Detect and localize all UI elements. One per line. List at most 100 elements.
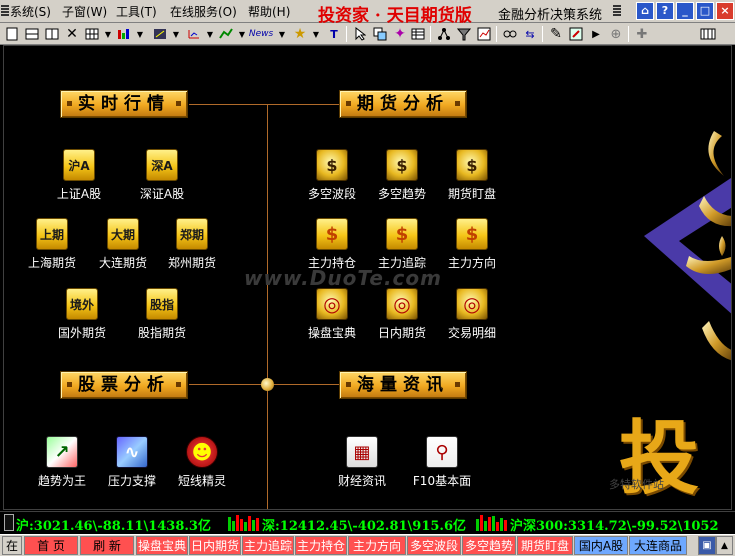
dropdown-arrow-icon[interactable]: ▼ (168, 26, 184, 42)
cursor-icon[interactable] (352, 26, 368, 42)
indicator-icon[interactable] (186, 26, 202, 42)
long-short-band[interactable]: $ 多空波段 (297, 149, 367, 202)
title-grip (613, 5, 621, 17)
dropdown-arrow-icon[interactable]: ▼ (274, 26, 290, 42)
expand-icon[interactable]: ⊕ (608, 26, 624, 42)
dropdown-arrow-icon[interactable]: ▼ (234, 26, 250, 42)
filter-icon[interactable] (456, 26, 472, 42)
hs300-index-quote[interactable]: 沪深300:3314.72\-99.52\1052 (510, 515, 719, 534)
dropdown-arrow-icon[interactable]: ▼ (202, 26, 218, 42)
futures-watch[interactable]: $ 期货盯盘 (437, 149, 507, 202)
main-holdings[interactable]: $ 主力持仓 (297, 218, 367, 271)
tab-dalian-commodities[interactable]: 大连商品 (629, 536, 687, 555)
dollar-icon: $ (456, 218, 488, 250)
window-icon[interactable] (24, 26, 40, 42)
stock-icon[interactable] (476, 26, 492, 42)
section-info[interactable]: 海量资讯 (339, 371, 467, 399)
tab-scroll-right-icon[interactable]: ▲ (716, 536, 733, 555)
section-stocks[interactable]: 股票分析 (60, 371, 188, 399)
pencil-icon[interactable]: ✎ (548, 26, 564, 42)
bar-icon[interactable] (152, 26, 168, 42)
help-icon[interactable]: ? (656, 2, 674, 20)
tab-long-short-band[interactable]: 多空波段 (407, 536, 461, 555)
shanghai-index-quote[interactable]: 沪:3021.46\-88.11\1438.3亿 (16, 515, 211, 534)
section-futures[interactable]: 期货分析 (339, 90, 467, 118)
dropdown-arrow-icon[interactable]: ▼ (100, 26, 116, 42)
tab-futures-watch[interactable]: 期货盯盘 (517, 536, 573, 555)
link-icon[interactable] (502, 26, 518, 42)
play-icon[interactable]: ▶ (588, 26, 604, 42)
short-term-elf[interactable]: ☻ 短线精灵 (167, 436, 237, 489)
shenzhen-volume-bars (476, 514, 508, 531)
tab-toggle-icon[interactable]: ▣ (698, 536, 716, 555)
financial-news[interactable]: ▦ 财经资讯 (327, 436, 397, 489)
dropdown-arrow-icon[interactable]: ▼ (132, 26, 148, 42)
table-icon[interactable] (410, 26, 426, 42)
star-icon[interactable]: ★ (292, 26, 308, 42)
tab-scroll-left[interactable]: 在 (2, 536, 22, 555)
grid-icon[interactable] (84, 26, 100, 42)
connector-vertical (267, 104, 268, 509)
close-window-icon[interactable]: × (716, 2, 734, 20)
tab-long-short-trend[interactable]: 多空趋势 (462, 536, 516, 555)
line-icon[interactable] (218, 26, 234, 42)
tab-home[interactable]: 首 页 (24, 536, 78, 555)
trading-manual-label: 操盘宝典 (307, 326, 356, 340)
close-icon[interactable]: ✕ (64, 26, 80, 42)
menu-help[interactable]: 帮助(H) (248, 4, 290, 20)
shanghai-a-shares[interactable]: 沪A 上证A股 (44, 149, 114, 202)
menu-system[interactable]: 系统(S) (10, 4, 51, 20)
quote-bar-handle[interactable] (4, 514, 14, 531)
tab-main-holdings[interactable]: 主力持仓 (295, 536, 347, 555)
app-subtitle: 金融分析决策系统 (498, 8, 603, 23)
menu-grip[interactable] (1, 5, 9, 17)
main-direction[interactable]: $ 主力方向 (437, 218, 507, 271)
index-futures[interactable]: 股指 股指期货 (127, 288, 197, 341)
zhengzhou-futures[interactable]: 郑期 郑州期货 (157, 218, 227, 271)
trading-manual[interactable]: ◎ 操盘宝典 (297, 288, 367, 341)
maximize-icon[interactable]: □ (696, 2, 714, 20)
resistance-support[interactable]: ∿ 压力支撑 (97, 436, 167, 489)
intraday-futures[interactable]: ◎ 日内期货 (367, 288, 437, 341)
shenzhen-a-shares[interactable]: 深A 深证A股 (127, 149, 197, 202)
main-tracking[interactable]: $ 主力追踪 (367, 218, 437, 271)
dropdown-arrow-icon[interactable]: ▼ (308, 26, 324, 42)
bottom-tab-bar: 在 首 页 刷 新 操盘宝典 日内期货 主力追踪 主力持仓 主力方向 多空波段 … (0, 534, 735, 556)
tab-main-direction[interactable]: 主力方向 (348, 536, 406, 555)
minimize-icon[interactable]: _ (676, 2, 694, 20)
f10-fundamentals[interactable]: ⚲ F10基本面 (407, 436, 477, 489)
sz-a-icon: 深A (146, 149, 178, 181)
home-icon[interactable]: ⌂ (636, 2, 654, 20)
edit-icon[interactable] (568, 26, 584, 42)
new-icon[interactable] (4, 26, 20, 42)
chart-icon[interactable] (116, 26, 132, 42)
toolbar-separator (346, 26, 347, 42)
dl-futures-icon: 大期 (107, 218, 139, 250)
dalian-futures[interactable]: 大期 大连期货 (88, 218, 158, 271)
section-realtime[interactable]: 实时行情 (60, 90, 188, 118)
tab-intraday-futures[interactable]: 日内期货 (189, 536, 241, 555)
shortcut-icon[interactable]: ⇆ (522, 26, 538, 42)
foreign-futures[interactable]: 境外 国外期货 (47, 288, 117, 341)
tab-domestic-a-shares[interactable]: 国内A股 (574, 536, 628, 555)
shenzhen-index-quote[interactable]: 深:12412.45\-402.81\915.6亿 (262, 515, 466, 534)
keyboard-icon[interactable] (700, 26, 716, 42)
tab-main-tracking[interactable]: 主力追踪 (242, 536, 294, 555)
menu-online-service[interactable]: 在线服务(O) (170, 4, 237, 20)
short-term-elf-label: 短线精灵 (177, 474, 226, 488)
trade-details[interactable]: ◎ 交易明细 (437, 288, 507, 341)
magic-icon[interactable]: ✦ (392, 26, 408, 42)
layers-icon[interactable] (372, 26, 388, 42)
plus-icon[interactable]: ✚ (634, 26, 650, 42)
text-icon[interactable]: T (326, 26, 342, 42)
shanghai-futures[interactable]: 上期 上海期货 (17, 218, 87, 271)
long-short-trend[interactable]: $ 多空趋势 (367, 149, 437, 202)
tab-refresh[interactable]: 刷 新 (80, 536, 134, 555)
menu-tools[interactable]: 工具(T) (116, 4, 157, 20)
network-icon[interactable] (436, 26, 452, 42)
menu-subwindow[interactable]: 子窗(W) (62, 4, 107, 20)
news-icon[interactable]: News (249, 26, 273, 42)
split-icon[interactable] (44, 26, 60, 42)
tab-trading-manual[interactable]: 操盘宝典 (136, 536, 188, 555)
trend-king[interactable]: ↗ 趋势为王 (27, 436, 97, 489)
